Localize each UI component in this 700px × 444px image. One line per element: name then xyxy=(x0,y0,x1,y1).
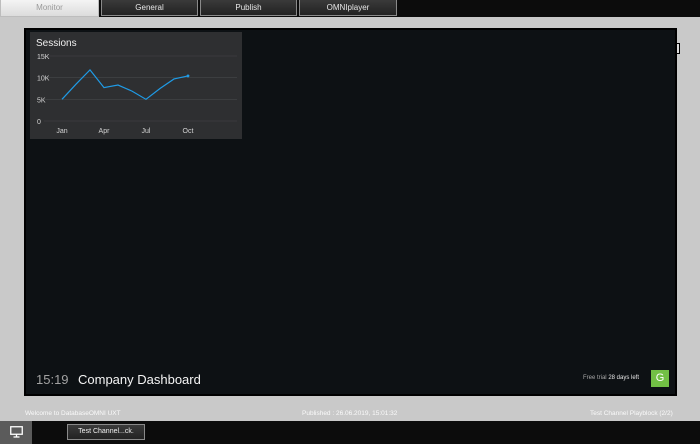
monitor-button[interactable] xyxy=(0,421,32,444)
tab-bar: Monitor General Publish OMNIplayer xyxy=(0,0,700,17)
y-tick-label: 0 xyxy=(37,119,41,126)
trial-notice: Free trial 28 days left xyxy=(583,375,639,381)
published-text: Published : 26.06.2019, 15:01:32 xyxy=(302,410,398,417)
dashboard-screen: Sessions 15K 10K 5K 0 Jan Apr Jul Oct 15:19 Com… xyxy=(26,30,675,394)
monitor-frame: Sessions 15K 10K 5K 0 Jan Apr Jul Oct 15:19 Com… xyxy=(24,28,677,396)
sessions-chart: 15K 10K 5K 0 Jan Apr Jul Oct xyxy=(37,54,237,135)
x-tick-label: Oct xyxy=(183,128,194,135)
tab-monitor[interactable]: Monitor xyxy=(0,0,99,17)
tab-general[interactable]: General xyxy=(101,0,198,16)
x-tick-label: Jul xyxy=(142,128,151,135)
y-tick-label: 10K xyxy=(37,76,50,83)
task-button-test-channel[interactable]: Test Channel...ck. xyxy=(67,424,145,440)
account-badge[interactable]: G xyxy=(651,370,669,387)
channel-text: Test Channel Playblock (2/2) xyxy=(590,410,673,417)
trial-label: Free trial xyxy=(582,375,607,381)
clock: 15:19 xyxy=(36,372,69,387)
y-tick-label: 5K xyxy=(37,97,46,104)
tab-omniplayer[interactable]: OMNIplayer xyxy=(299,0,397,16)
tab-publish[interactable]: Publish xyxy=(200,0,297,16)
y-tick-label: 15K xyxy=(37,54,50,61)
x-tick-label: Jan xyxy=(56,128,67,135)
sessions-widget: Sessions 15K 10K 5K 0 Jan Apr Jul Oct xyxy=(30,32,242,139)
scroll-handle[interactable] xyxy=(676,43,680,54)
monitor-icon xyxy=(10,426,23,438)
x-tick-label: Apr xyxy=(99,128,111,135)
data-point xyxy=(186,74,190,78)
welcome-text: Welcome to DatabaseOMNI UXT xyxy=(25,410,121,417)
dashboard-title: Company Dashboard xyxy=(78,372,201,387)
series-line xyxy=(61,68,189,101)
trial-days: 28 days left xyxy=(608,375,639,381)
taskbar: Test Channel...ck. xyxy=(0,421,700,444)
